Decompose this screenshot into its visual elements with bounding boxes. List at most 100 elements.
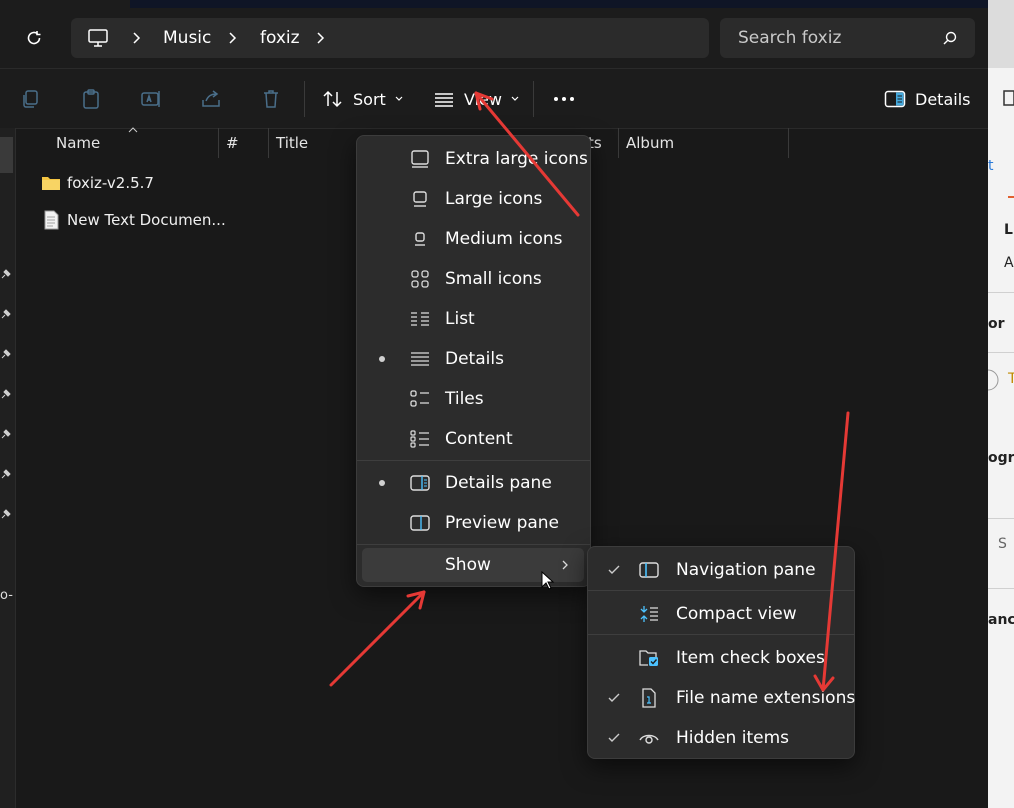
background-text: anc	[988, 612, 1014, 628]
menu-item-small-icons[interactable]: Small icons	[357, 259, 590, 299]
menu-item-label: Preview pane	[445, 513, 560, 533]
details-pane-icon	[884, 90, 906, 108]
address-bar[interactable]: Music foxiz	[71, 18, 709, 58]
breadcrumb-foxiz[interactable]: foxiz	[260, 18, 300, 58]
menu-item-label: Hidden items	[676, 728, 789, 748]
chevron-down-icon	[511, 96, 519, 101]
document-icon	[1003, 90, 1014, 106]
background-text: t	[988, 158, 994, 174]
file-name: New Text Documen...	[67, 211, 226, 229]
background-text: S	[998, 536, 1007, 552]
column-divider[interactable]	[218, 128, 219, 158]
share-icon[interactable]	[200, 88, 222, 110]
view-icon	[435, 93, 453, 107]
menu-item-extra-large-icons[interactable]: Extra large icons	[357, 139, 590, 179]
background-text: or	[988, 316, 1005, 332]
window-top-edge	[130, 0, 988, 8]
pin-icon	[1, 309, 11, 319]
background-window-header	[988, 0, 1014, 68]
column-header-title[interactable]: Title	[276, 134, 308, 152]
background-text: A	[1004, 255, 1014, 271]
menu-item-label: Small icons	[445, 269, 542, 289]
more-options-button[interactable]	[552, 83, 576, 115]
chevron-down-icon	[395, 96, 403, 101]
menu-item-content[interactable]: Content	[357, 419, 590, 459]
menu-item-label: Navigation pane	[676, 560, 816, 580]
menu-item-label: Item check boxes	[676, 648, 825, 668]
medium-icons-icon	[415, 232, 425, 246]
chevron-right-icon	[133, 32, 141, 44]
menu-item-navigation-pane[interactable]: Navigation pane	[588, 550, 854, 590]
view-menu: Extra large icons Large icons Medium ico…	[356, 135, 591, 587]
pin-icon	[1, 509, 11, 519]
background-accent-mark	[1008, 196, 1014, 198]
menu-item-details-pane[interactable]: Details pane	[357, 463, 590, 503]
column-header-name[interactable]: Name	[56, 134, 100, 152]
background-divider	[988, 518, 1014, 519]
background-divider	[988, 588, 1014, 589]
menu-separator	[588, 590, 854, 591]
checkmark-icon	[608, 733, 620, 742]
large-icons-icon	[413, 191, 427, 207]
view-button[interactable]: View	[433, 83, 520, 115]
file-row-folder[interactable]: foxiz-v2.5.7	[40, 170, 154, 196]
menu-item-medium-icons[interactable]: Medium icons	[357, 219, 590, 259]
column-divider[interactable]	[618, 128, 619, 158]
menu-item-list[interactable]: List	[357, 299, 590, 339]
navigation-pane-icon	[639, 562, 659, 578]
rename-icon[interactable]	[140, 88, 162, 110]
menu-separator	[357, 544, 590, 545]
menu-separator	[588, 634, 854, 635]
sort-button[interactable]: Sort	[322, 83, 404, 115]
chevron-right-icon[interactable]	[315, 31, 327, 45]
search-input[interactable]: Search foxiz	[738, 18, 841, 58]
delete-icon[interactable]	[260, 88, 282, 110]
copy-icon[interactable]	[20, 88, 42, 110]
menu-item-file-name-extensions[interactable]: File name extensions	[588, 678, 856, 718]
navigation-selected-item[interactable]	[0, 137, 13, 173]
selected-indicator	[379, 480, 385, 486]
small-icons-icon	[411, 270, 429, 288]
background-text: ogra	[988, 450, 1014, 466]
menu-item-compact-view[interactable]: Compact view	[588, 594, 854, 634]
file-row-text-document[interactable]: New Text Documen...	[40, 207, 226, 233]
details-icon	[411, 352, 429, 366]
menu-item-label: List	[445, 309, 475, 329]
menu-item-label: Large icons	[445, 189, 543, 209]
sort-icon	[323, 90, 342, 108]
tiles-icon	[410, 390, 429, 407]
details-pane-button[interactable]: Details	[884, 83, 970, 115]
menu-item-large-icons[interactable]: Large icons	[357, 179, 590, 219]
details-pane-label: Details	[915, 89, 971, 109]
menu-item-hidden-items[interactable]: Hidden items	[588, 718, 854, 758]
menu-item-label: File name extensions	[676, 688, 856, 708]
navigation-item-label[interactable]: o-	[0, 588, 13, 603]
column-divider[interactable]	[268, 128, 269, 158]
menu-item-item-check-boxes[interactable]: Item check boxes	[588, 638, 854, 678]
column-header-number[interactable]: #	[226, 134, 239, 152]
toolbar-divider	[304, 81, 305, 117]
content-icon	[410, 430, 429, 448]
paste-icon[interactable]	[80, 88, 102, 110]
menu-item-label: Extra large icons	[445, 149, 588, 169]
breadcrumb-music[interactable]: Music	[163, 18, 211, 58]
file-name: foxiz-v2.5.7	[67, 174, 154, 192]
menu-item-preview-pane[interactable]: Preview pane	[357, 503, 590, 543]
menu-item-details[interactable]: Details	[357, 339, 590, 379]
compact-view-icon	[640, 606, 658, 622]
menu-separator	[357, 460, 590, 461]
menu-item-label: Medium icons	[445, 229, 563, 249]
command-bar: Sort View Details	[0, 68, 988, 129]
background-text: T	[1008, 371, 1014, 387]
selected-indicator	[379, 356, 385, 362]
more-icon	[554, 97, 574, 101]
search-box[interactable]: Search foxiz	[720, 18, 975, 58]
text-file-icon	[44, 210, 59, 230]
hidden-items-icon	[639, 734, 659, 744]
folder-icon	[42, 177, 60, 190]
refresh-button[interactable]	[20, 24, 48, 52]
column-header-album[interactable]: Album	[626, 134, 674, 152]
preview-pane-icon	[410, 515, 430, 531]
column-divider[interactable]	[788, 128, 789, 158]
menu-item-tiles[interactable]: Tiles	[357, 379, 590, 419]
